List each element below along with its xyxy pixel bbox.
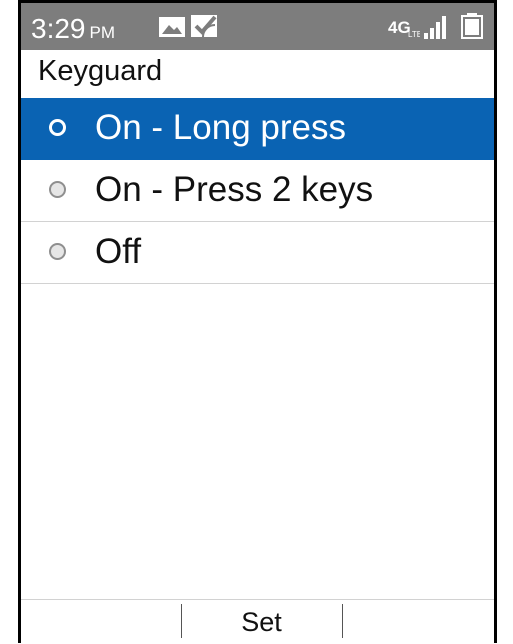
screen-title: Keyguard — [38, 55, 163, 87]
battery-icon — [461, 13, 483, 39]
4g-network-icon: 4G LTE — [388, 18, 420, 39]
radio-button-icon[interactable] — [49, 181, 66, 198]
status-bar: 3:29 PM 4G LTE — [21, 0, 494, 50]
time-ampm: PM — [89, 23, 116, 42]
svg-text:LTE: LTE — [408, 30, 420, 39]
option-label: Off — [95, 232, 142, 271]
option-list: On - Long press On - Press 2 keys Off — [21, 98, 494, 284]
right-softkey[interactable] — [342, 600, 494, 643]
option-label: On - Press 2 keys — [95, 170, 374, 209]
signal-icon — [424, 16, 446, 39]
option-on-long-press[interactable]: On - Long press — [21, 98, 494, 160]
radio-button-icon[interactable] — [49, 243, 66, 260]
status-time: 3:29 PM — [31, 13, 115, 49]
phone-screen: 3:29 PM 4G LTE Keyguard On - Long press … — [18, 0, 497, 643]
left-softkey[interactable] — [21, 600, 181, 643]
option-on-press-2-keys[interactable]: On - Press 2 keys — [21, 160, 494, 222]
time-text: 3:29 — [31, 13, 86, 44]
option-label: On - Long press — [95, 108, 346, 147]
notification-check-icon — [191, 15, 217, 38]
option-off[interactable]: Off — [21, 222, 494, 284]
set-softkey[interactable]: Set — [181, 600, 342, 643]
image-icon — [159, 17, 185, 37]
softkey-bar: Set — [21, 599, 494, 643]
radio-button-icon[interactable] — [49, 119, 66, 136]
